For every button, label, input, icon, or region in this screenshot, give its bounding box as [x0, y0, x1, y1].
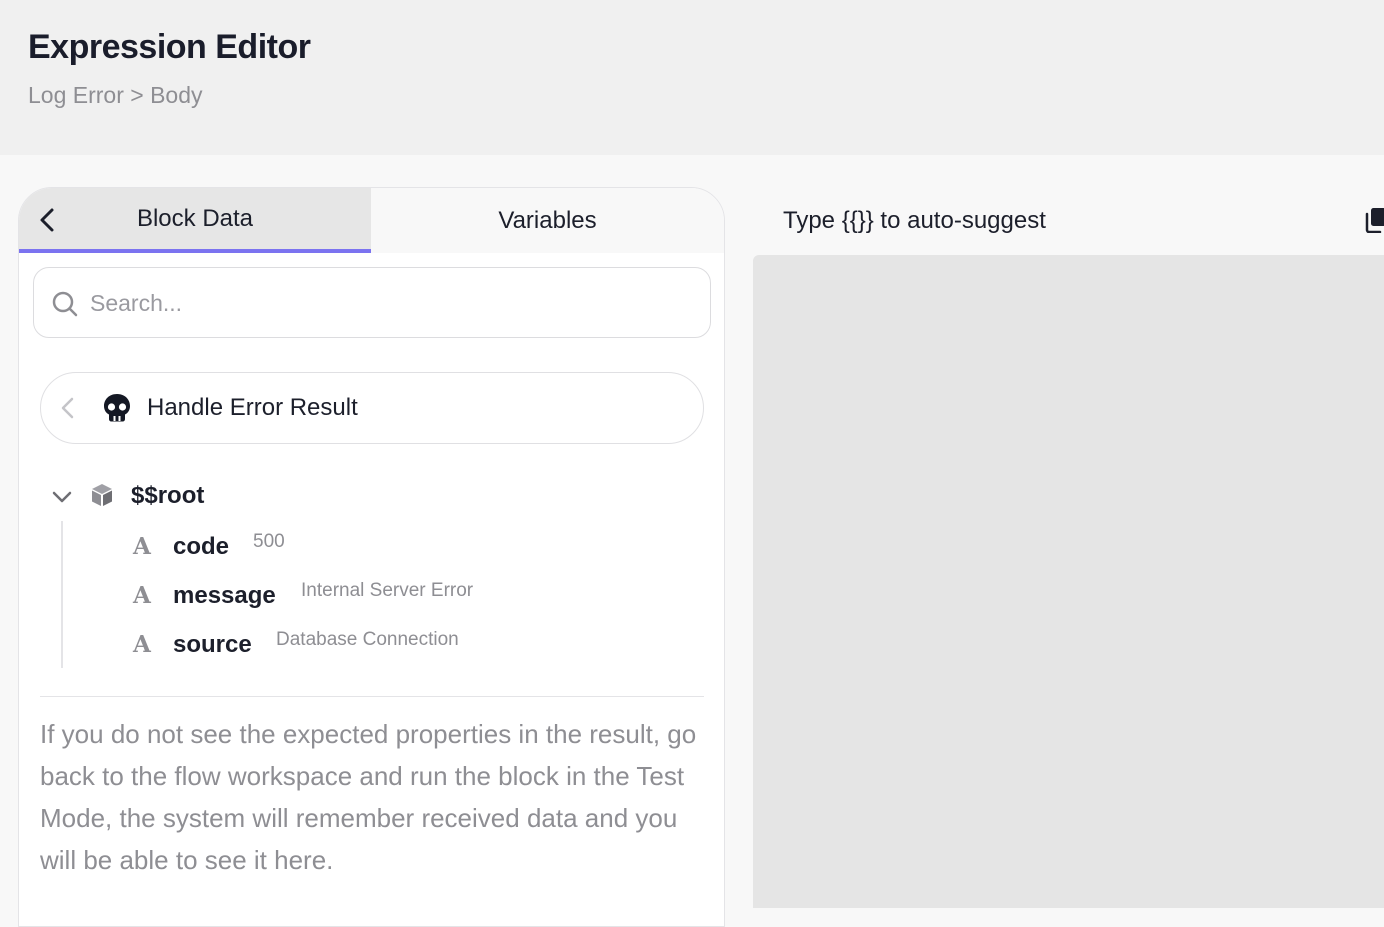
tree-item-code[interactable]: A code 500: [133, 531, 693, 563]
skull-icon: [104, 394, 130, 422]
page-title: Expression Editor: [28, 28, 311, 66]
tab-block-data-label: Block Data: [136, 204, 254, 232]
divider: [40, 696, 704, 697]
header: Expression Editor Log Error > Body: [0, 0, 1384, 155]
copy-icon[interactable]: [1364, 207, 1384, 233]
search-icon: [52, 291, 78, 317]
tab-block-data[interactable]: Block Data: [19, 188, 371, 253]
cube-icon: [92, 484, 112, 506]
tab-bar: Block Data Variables: [19, 188, 724, 253]
property-key: code: [173, 533, 230, 560]
breadcrumb: Log Error > Body: [28, 82, 203, 108]
chevron-down-icon[interactable]: [49, 484, 75, 510]
editor-hint: Type {{}} to auto-suggest: [783, 207, 1046, 234]
tab-variables[interactable]: Variables: [371, 188, 724, 253]
source-block-label: Handle Error Result: [147, 394, 358, 421]
property-value: Internal Server Error: [301, 580, 474, 601]
block-source-selector[interactable]: Handle Error Result: [40, 372, 704, 444]
property-key: source: [173, 631, 252, 658]
text-type-icon: A: [133, 631, 151, 658]
tree-root[interactable]: $$root: [49, 482, 649, 514]
data-panel: Block Data Variables Search... Handle Er…: [18, 187, 725, 927]
property-value: Database Connection: [276, 629, 459, 650]
tree-item-source[interactable]: A source Database Connection: [133, 629, 693, 661]
search-box: [33, 267, 711, 338]
text-type-icon: A: [133, 582, 151, 609]
property-value: 500: [253, 531, 285, 552]
search-input[interactable]: [90, 282, 690, 324]
empty-data-hint: If you do not see the expected propertie…: [40, 719, 697, 875]
content-area: Block Data Variables Search... Handle Er…: [0, 155, 1384, 927]
tree-item-message[interactable]: A message Internal Server Error: [133, 580, 693, 612]
tree-root-label: $$root: [131, 482, 205, 509]
chevron-left-icon[interactable]: [33, 205, 63, 235]
tree-guide-line: [61, 521, 63, 668]
property-key: message: [173, 582, 276, 609]
expression-editor[interactable]: [753, 255, 1384, 908]
chevron-left-icon[interactable]: [55, 393, 81, 423]
tab-variables-label: Variables: [498, 206, 597, 234]
text-type-icon: A: [133, 533, 151, 560]
